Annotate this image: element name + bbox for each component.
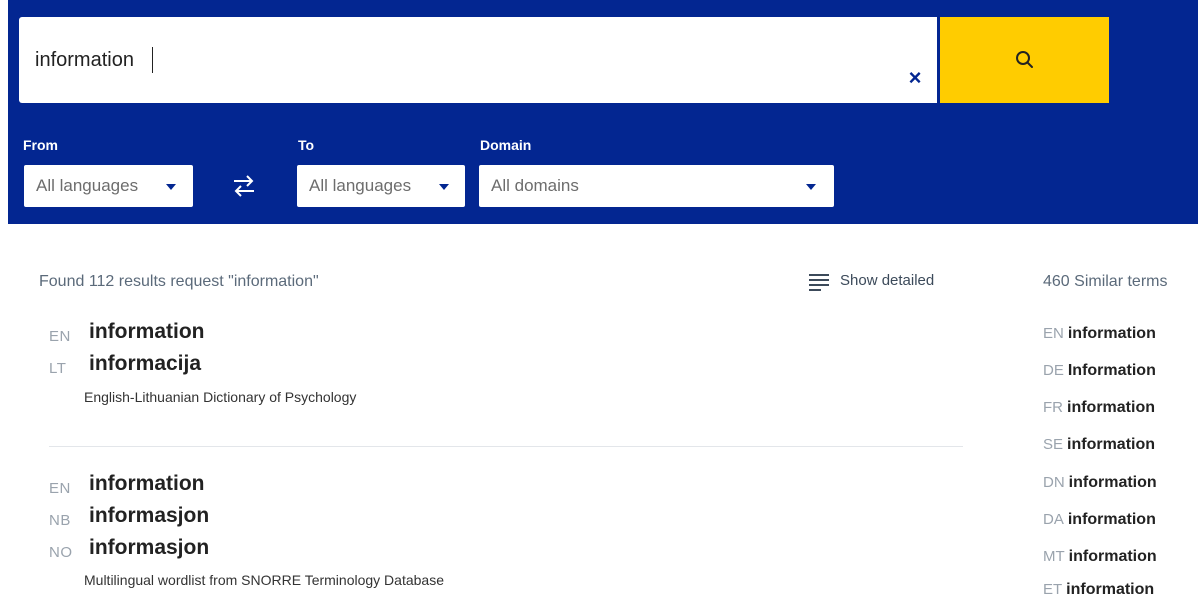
result-source[interactable]: Multilingual wordlist from SNORRE Termin… [84, 572, 444, 588]
language-code: EN [49, 480, 71, 497]
from-label: From [23, 137, 58, 153]
swap-languages-button[interactable] [230, 170, 258, 202]
similar-term-item[interactable]: EN information [1043, 325, 1156, 349]
term-text: information [1068, 474, 1157, 491]
show-detailed-label: Show detailed [840, 272, 935, 289]
results-summary: Found 112 results request "information" [39, 273, 319, 290]
similar-term-item[interactable]: DE Information [1043, 362, 1156, 386]
chevron-down-icon [439, 184, 449, 190]
chevron-down-icon [806, 184, 816, 190]
language-code: DN [1043, 474, 1065, 491]
similar-term-item[interactable]: SE information [1043, 436, 1155, 460]
similar-term-item[interactable]: MT information [1043, 548, 1157, 572]
clear-search-button[interactable]: × [895, 61, 935, 95]
term-text: Information [1067, 362, 1156, 379]
similar-terms-title: 460 Similar terms [1043, 273, 1168, 290]
language-code: SE [1043, 436, 1064, 453]
term-text: information [1068, 548, 1157, 565]
term-text: informacija [89, 352, 202, 375]
domain-select[interactable]: All domains [479, 165, 834, 207]
search-box: × [19, 17, 937, 103]
search-input[interactable] [35, 45, 855, 75]
language-code: DE [1043, 362, 1064, 379]
to-label: To [298, 137, 315, 153]
result-divider [49, 446, 963, 447]
domain-label: Domain [480, 137, 532, 153]
language-code: FR [1043, 399, 1063, 416]
language-code: LT [49, 360, 67, 377]
language-code: NB [49, 512, 71, 529]
term-text: information [89, 472, 205, 495]
list-view-icon [809, 274, 829, 291]
language-code: ET [1043, 581, 1063, 598]
similar-term-item[interactable]: DN information [1043, 474, 1157, 498]
chevron-down-icon [166, 184, 176, 190]
from-language-select[interactable]: All languages [24, 165, 193, 207]
term-text: information [1067, 399, 1155, 416]
to-language-select[interactable]: All languages [297, 165, 465, 207]
term-text: information [1066, 581, 1155, 598]
term-text: informasjon [89, 504, 210, 527]
text-cursor [152, 47, 153, 73]
term-text: information [1067, 511, 1156, 528]
result-source[interactable]: English-Lithuanian Dictionary of Psychol… [84, 389, 356, 405]
swap-icon [234, 175, 254, 197]
language-code: MT [1043, 548, 1065, 565]
language-code: EN [49, 328, 71, 345]
domain-value: All domains [491, 176, 579, 195]
term-text: informasjon [89, 536, 210, 559]
similar-term-item[interactable]: FR information [1043, 399, 1155, 423]
language-code: NO [49, 544, 73, 561]
similar-term-item[interactable]: ET information [1043, 581, 1154, 605]
term-text: information [1067, 325, 1156, 342]
similar-term-item[interactable]: DA information [1043, 511, 1156, 535]
term-text: information [1067, 436, 1156, 453]
term-text: information [89, 320, 205, 343]
search-icon [1016, 51, 1033, 68]
language-code: EN [1043, 325, 1064, 342]
to-language-value: All languages [309, 176, 412, 195]
from-language-value: All languages [36, 176, 139, 195]
search-button[interactable] [940, 17, 1109, 103]
language-code: DA [1043, 511, 1064, 528]
